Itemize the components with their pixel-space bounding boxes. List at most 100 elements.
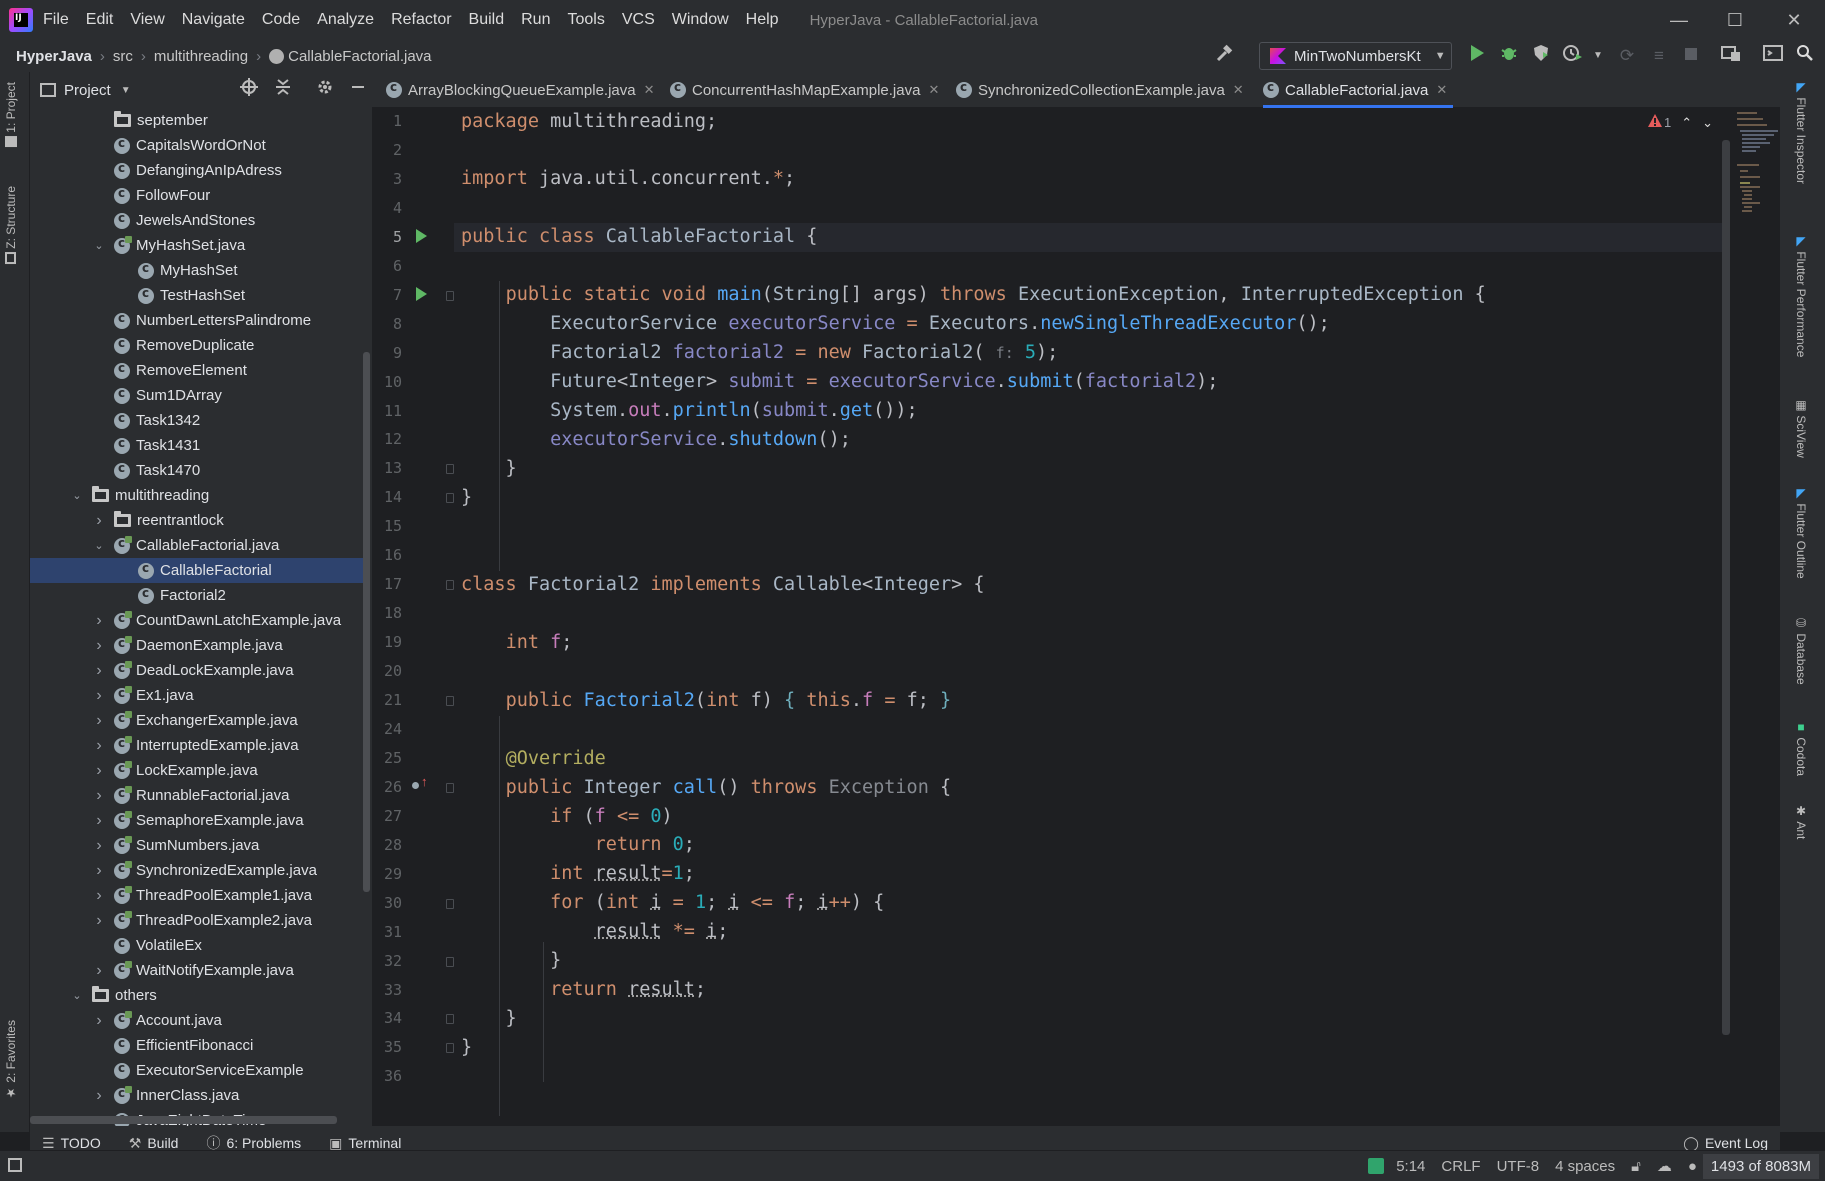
tree-item[interactable]: › WaitNotifyExample.java [30,958,360,983]
line-number[interactable]: 36 [372,1067,402,1085]
terminal-window-icon[interactable] [1760,44,1786,68]
tree-item[interactable]: Task1470 [30,458,360,483]
tree-item[interactable]: ⌄ others [30,983,360,1008]
tree-item[interactable]: RemoveElement [30,358,360,383]
line-number[interactable]: 5 [372,228,402,246]
project-structure-icon[interactable] [1718,44,1744,68]
tree-item[interactable]: JewelsAndStones [30,208,360,233]
previous-highlight-icon[interactable]: ⌃ [1681,115,1692,131]
chevron-right-icon[interactable]: › [92,512,106,530]
tree-item[interactable]: › Ex1.java [30,683,360,708]
tab-callable-factorial[interactable]: CallableFactorial.java ✕ [1263,72,1454,108]
chevron-down-icon[interactable]: ⌄ [92,539,106,552]
profiler-icon[interactable] [1560,44,1586,68]
tree-item[interactable]: › CountDawnLatchExample.java [30,608,360,633]
inspection-widget[interactable]: 1 ⌃ ⌄ [1648,114,1713,131]
tool-tab-ant[interactable]: ✱ Ant [1794,804,1808,839]
menu-help[interactable]: Help [746,11,779,29]
fold-marker-icon[interactable] [446,580,454,590]
tool-tab-sciview[interactable]: ▦ SciView [1794,398,1808,458]
line-number[interactable]: 9 [372,344,402,362]
tree-item[interactable]: DefangingAnIpAdress [30,158,360,183]
fold-marker-icon[interactable] [446,696,454,706]
menu-vcs[interactable]: VCS [622,11,655,29]
chevron-right-icon[interactable]: › [92,737,106,755]
line-number[interactable]: 7 [372,286,402,304]
chevron-down-icon[interactable]: ⌄ [70,989,84,1002]
tree-item[interactable]: Factorial2 [30,583,360,608]
menu-edit[interactable]: Edit [86,11,114,29]
line-number[interactable]: 6 [372,257,402,275]
line-number[interactable]: 26 [372,778,402,796]
fold-marker-icon[interactable] [446,1014,454,1024]
tree-item[interactable]: › SynchronizedExample.java [30,858,360,883]
chevron-right-icon[interactable]: › [92,762,106,780]
line-number[interactable]: 29 [372,865,402,883]
tree-item[interactable]: Task1342 [30,408,360,433]
line-number[interactable]: 13 [372,459,402,477]
line-number[interactable]: 20 [372,662,402,680]
tree-item[interactable]: Task1431 [30,433,360,458]
tree-item[interactable]: VolatileEx [30,933,360,958]
inspector-icon[interactable]: ☁ [1657,1157,1672,1175]
line-number[interactable]: 24 [372,720,402,738]
collapse-all-icon[interactable] [275,78,291,101]
menu-run[interactable]: Run [521,11,550,29]
breadcrumb-file[interactable]: CallableFactorial.java [288,48,431,65]
line-number[interactable]: 17 [372,575,402,593]
tree-item[interactable]: NumberLettersPalindrome [30,308,360,333]
tree-item[interactable]: › InterruptedExample.java [30,733,360,758]
project-tree-scrollbar[interactable] [363,352,370,892]
chevron-down-icon[interactable]: ▼ [121,85,131,96]
menu-analyze[interactable]: Analyze [317,11,374,29]
tree-item[interactable]: › ThreadPoolExample1.java [30,883,360,908]
chevron-right-icon[interactable]: › [92,862,106,880]
close-icon[interactable]: ✕ [1233,82,1244,98]
line-number[interactable]: 16 [372,546,402,564]
breadcrumb-package[interactable]: multithreading [154,48,248,65]
line-number[interactable]: 19 [372,633,402,651]
close-icon[interactable]: ✕ [1436,82,1447,98]
menu-tools[interactable]: Tools [567,11,604,29]
chevron-right-icon[interactable]: › [92,687,106,705]
coverage-shield-icon[interactable] [1528,44,1554,68]
code-editor[interactable]: package multithreading; import java.util… [454,108,1722,1126]
tool-tab-flutter-outline[interactable]: ◤ Flutter Outline [1794,486,1808,579]
gear-icon[interactable] [316,78,334,101]
tool-tab-flutter-performance[interactable]: ◤ Flutter Performance [1794,234,1808,357]
run-configuration-dropdown[interactable]: MinTwoNumbersKt ▼ [1259,42,1452,70]
tree-item[interactable]: › DaemonExample.java [30,633,360,658]
line-number[interactable]: 14 [372,488,402,506]
tree-item[interactable]: › SumNumbers.java [30,833,360,858]
line-number[interactable]: 12 [372,430,402,448]
editor-scrollbar[interactable] [1722,140,1730,1035]
tree-item[interactable]: ⌄ CallableFactorial.java [30,533,360,558]
chevron-right-icon[interactable]: › [92,962,106,980]
tree-item[interactable]: CallableFactorial [30,558,364,583]
fold-marker-icon[interactable] [446,957,454,967]
tab-concurrent-hash-map-example[interactable]: ConcurrentHashMapExample.java ✕ [670,72,939,108]
chevron-right-icon[interactable]: › [92,912,106,930]
line-separator[interactable]: CRLF [1441,1158,1480,1175]
menu-window[interactable]: Window [672,11,729,29]
menu-file[interactable]: File [43,11,69,29]
tool-tab-favorites[interactable]: ★ 2: Favorites [4,1020,18,1104]
tree-item[interactable]: › SemaphoreExample.java [30,808,360,833]
code-minimap[interactable] [1735,110,1779,230]
hide-panel-icon[interactable] [350,78,366,101]
line-number[interactable]: 28 [372,836,402,854]
maximize-button[interactable]: ☐ [1720,6,1750,34]
menu-refactor[interactable]: Refactor [391,11,451,29]
menu-navigate[interactable]: Navigate [182,11,245,29]
close-window-button[interactable]: ✕ [1779,6,1809,34]
panel-toggle-icon[interactable] [8,1158,22,1172]
locate-target-icon[interactable] [240,78,258,101]
memory-indicator[interactable]: 1493 of 8083M [1702,1153,1819,1179]
profiler-dropdown-icon[interactable]: ▼ [1585,44,1611,68]
menu-view[interactable]: View [130,11,164,29]
tree-item[interactable]: ⌄ MyHashSet.java [30,233,360,258]
line-number[interactable]: 30 [372,894,402,912]
tree-item[interactable]: › Account.java [30,1008,360,1033]
line-number[interactable]: 1 [372,112,402,130]
line-number[interactable]: 35 [372,1038,402,1056]
